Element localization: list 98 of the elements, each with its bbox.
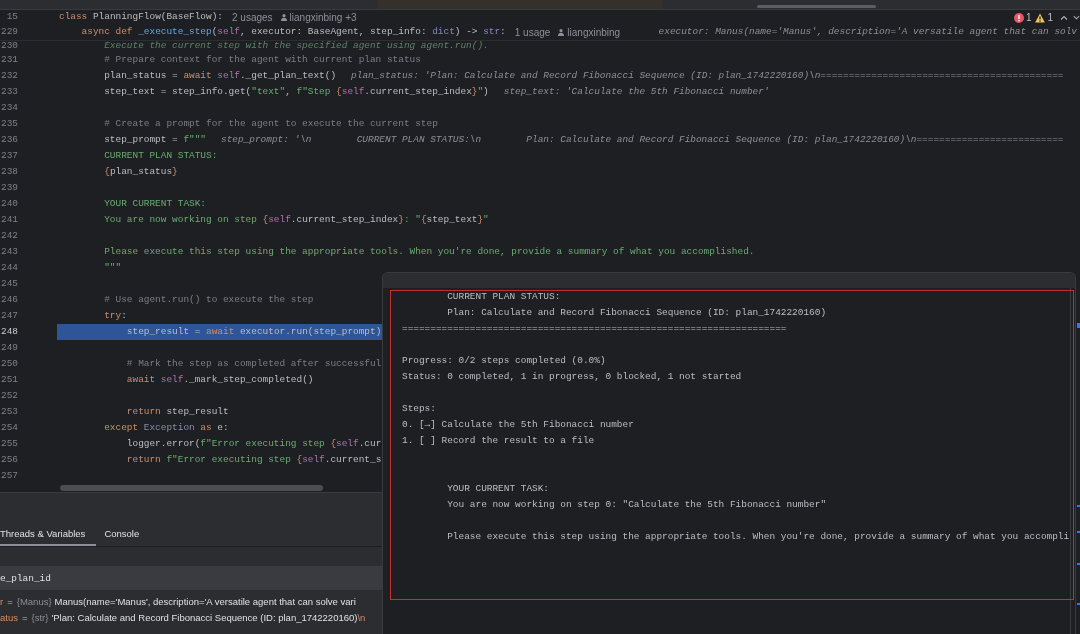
equals-sign: =: [7, 596, 13, 608]
variable-value: 'Plan: Calculate and Record Fibonacci Sequence (ID: plan_1742220160)\n: [51, 612, 366, 624]
line-number: 237: [1, 150, 18, 162]
code-line: class PlanningFlow(BaseFlow):: [59, 12, 223, 23]
marker-stripe-mark: [1077, 505, 1080, 507]
line-number: 254: [1, 422, 18, 434]
marker-stripe-mark: [1077, 531, 1080, 533]
line-number: 257: [1, 470, 18, 482]
panel-tab[interactable]: Console: [104, 520, 151, 546]
code-line: plan_status = await self._get_plan_text(): [104, 70, 337, 82]
popup-text-line: ====================================================================: [402, 323, 787, 335]
line-number: 243: [1, 246, 18, 258]
code-line: return step_result: [126, 406, 229, 418]
code-line: You are now working on step {self.current_step_index}: "{step_text}": [104, 214, 489, 226]
line-number: 230: [1, 41, 18, 52]
popup-text-line: Status: 0 completed, 1 in progress, 0 blocked, 1 not started: [402, 371, 742, 383]
line-number: 242: [1, 230, 18, 242]
inline-value-hint: step_text: 'Calculate the 5th Fibonacci number': [503, 86, 770, 98]
popup-text-line: Please execute this step using the appropriate tools. When you're done, provide a summary of what you accompli: [447, 531, 1070, 543]
code-line: except Exception as e:: [104, 422, 229, 434]
person-icon: [280, 14, 287, 21]
author-link[interactable]: liangxinbing: [567, 26, 621, 39]
line-number: 252: [1, 390, 18, 402]
line-number: 231: [1, 54, 18, 66]
code-line: step_result = await executor.run(step_prompt): [126, 326, 382, 338]
popup-text-line: Steps:: [402, 403, 436, 415]
line-number: 244: [1, 262, 18, 274]
variable-type: {Manus}: [16, 596, 52, 608]
code-line: await self._mark_step_completed(): [126, 374, 314, 386]
line-number: 249: [1, 342, 18, 354]
line-number: 15: [6, 12, 18, 23]
line-number: 234: [1, 102, 18, 114]
line-number: 245: [1, 278, 18, 290]
code-line: YOUR CURRENT TASK:: [104, 198, 206, 210]
marker-stripe-mark: [1077, 603, 1080, 605]
usages-link[interactable]: 1 usage: [514, 26, 551, 39]
line-number: 248: [1, 326, 18, 338]
inline-value-hint: executor: Manus(name='Manus', description='A versatile agent that can solv: [658, 27, 1077, 38]
variable-name: r: [0, 596, 4, 608]
line-number: 238: [1, 166, 18, 178]
warning-count: 1: [1047, 11, 1053, 24]
line-number: 241: [1, 214, 18, 226]
popup-text-line: 1. [ ] Record the result to a file: [402, 435, 595, 447]
popup-text-line: 0. [→] Calculate the 5th Fibonacci number: [402, 419, 634, 431]
panel-tab[interactable]: Threads & Variables: [0, 520, 97, 546]
code-line: Please execute this step using the appropriate tools. When you're done, provide a summary of what you accomplished.: [104, 246, 755, 258]
person-icon: [558, 29, 565, 36]
popup-text-line: Plan: Calculate and Record Fibonacci Sequence (ID: plan_1742220160): [447, 307, 827, 319]
code-line: try:: [104, 310, 127, 322]
inline-value-hint: plan_status: 'Plan: Calculate and Record Fibonacci Sequence (ID: plan_1742220160)\n===========================================: [351, 70, 1064, 82]
line-number: 239: [1, 182, 18, 194]
chevron-up-icon[interactable]: [1060, 13, 1068, 22]
line-number: 253: [1, 406, 18, 418]
line-number: 247: [1, 310, 18, 322]
marker-stripe-mark: [1077, 323, 1080, 328]
line-number: 235: [1, 118, 18, 130]
error-count: 1: [1025, 11, 1032, 24]
popup-text-line: You are now working on step 0: "Calculate the 5th Fibonacci number": [447, 499, 827, 511]
line-number: 240: [1, 198, 18, 210]
line-number: 246: [1, 294, 18, 306]
code-line: # Prepare context for the agent with current plan status: [104, 54, 421, 66]
code-line: # Use agent.run() to execute the step: [104, 294, 314, 306]
code-line: async def _execute_step(self, executor: BaseAgent, step_info: dict) -> str:: [81, 27, 506, 38]
variable-name: atus: [0, 612, 18, 624]
line-number: 256: [1, 454, 18, 466]
line-number: 232: [1, 70, 18, 82]
code-line: return f"Error executing step {self.current_s: [126, 454, 382, 466]
scrollbar-thumb[interactable]: [757, 5, 876, 8]
line-number: 229: [1, 27, 18, 38]
warning-icon[interactable]: [1035, 12, 1046, 23]
variable-value: Manus(name='Manus', description='A versatile agent that can solve vari: [54, 596, 356, 608]
code-line: {plan_status}: [104, 166, 178, 178]
code-line: """: [104, 262, 122, 274]
code-line: # Mark the step as completed after successful: [126, 358, 382, 370]
popup-text-line: Progress: 0/2 steps completed (0.0%): [402, 355, 606, 367]
scrollbar-thumb[interactable]: [60, 485, 323, 491]
code-line: # Create a prompt for the agent to execute the current step: [104, 118, 438, 130]
code-line: Execute the current step with the specified agent using agent.run().: [104, 41, 489, 52]
usages-link[interactable]: 2 usages: [232, 11, 273, 24]
code-line: CURRENT PLAN STATUS:: [104, 150, 218, 162]
line-number: 233: [1, 86, 18, 98]
expression-field[interactable]: e_plan_id: [0, 566, 382, 590]
line-number: 255: [1, 438, 18, 450]
line-number: 250: [1, 358, 18, 370]
equals-sign: =: [21, 612, 28, 624]
line-number: 251: [1, 374, 18, 386]
author-link[interactable]: liangxinbing +3: [289, 11, 357, 24]
code-line: logger.error(f"Error executing step {self.cur: [126, 438, 382, 450]
error-icon[interactable]: [1013, 12, 1024, 23]
popup-text-line: CURRENT PLAN STATUS:: [447, 291, 561, 303]
variable-type: {str}: [31, 612, 49, 624]
marker-stripe-mark: [1077, 563, 1080, 565]
line-number: 236: [1, 134, 18, 146]
chevron-down-icon[interactable]: [1073, 14, 1080, 21]
code-line: step_text = step_info.get("text", f"Step {self.current_step_index}"): [104, 86, 489, 98]
popup-text-line: YOUR CURRENT TASK:: [447, 483, 549, 495]
inline-value-hint: step_prompt: '\n CURRENT PLAN STATUS:\n Plan: Calculate and Record Fibonacci Sequence (ID: plan_1742220160)\n==========================: [221, 134, 1064, 146]
code-line: step_prompt = f""": [104, 134, 206, 146]
